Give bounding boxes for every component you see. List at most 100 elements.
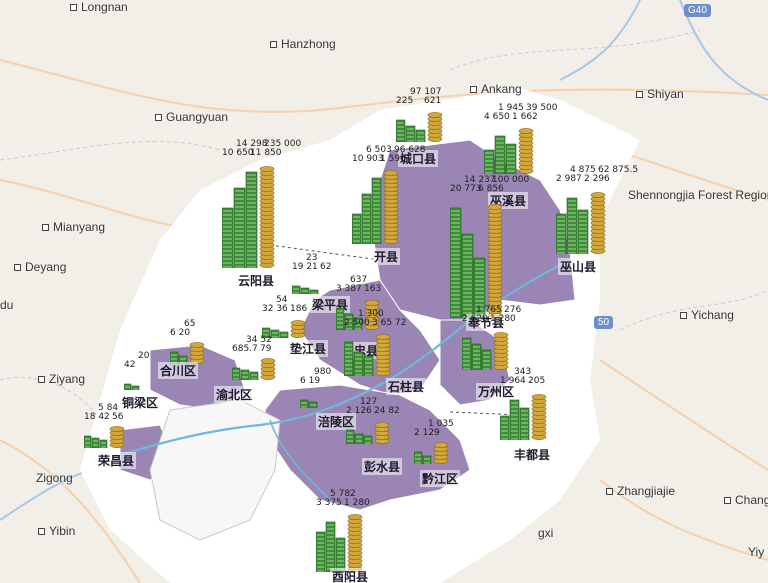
county-chart-svg-wushan: [556, 192, 606, 254]
county-value-liangping-0: 19 21: [292, 262, 318, 272]
city-label-shiyan: Shiyan: [636, 87, 684, 101]
county-chart-fuling: 6 19 980: [300, 367, 331, 408]
county-chart-bar-changshou-0: [232, 367, 241, 380]
county-chart-rongchang: 18 42 5 84 56: [84, 403, 126, 448]
city-label-guangyuan: Guangyuan: [155, 110, 228, 124]
county-label-pengshui: 彭水县: [362, 458, 403, 475]
county-value-wushan-3: 62 875.5: [598, 165, 639, 175]
county-chart-bar-changshou-1: [240, 369, 250, 380]
county-chart-bar-wushan-0: [556, 213, 567, 254]
city-label-shennongjia: Shennongjia Forest Region: [628, 188, 768, 202]
county-label-changshou: 渝北区: [214, 386, 255, 403]
county-value-wushan-0: 2 987: [556, 174, 582, 184]
county-chart-shizhu: 2 500 1 300 3 65 72: [344, 309, 406, 376]
county-chart-svg-kaixian: [352, 170, 399, 244]
county-label-hechuan: 合川区: [158, 362, 199, 379]
highway-shield-g40: G40: [684, 4, 711, 17]
county-value-zhongxian-2: 163: [364, 284, 382, 294]
county-value-hechuan-0: 6 20: [170, 328, 191, 338]
county-value-youyang-2: 1 280: [344, 498, 370, 508]
county-value-tongnan-1: 20: [138, 351, 150, 361]
county-value-tongnan-0: 42: [124, 360, 136, 370]
county-label-tongnan: 铜梁区: [120, 394, 161, 411]
county-value-wanzhou-2: 1 280: [490, 314, 516, 324]
coin-stack-yunyang: [259, 166, 275, 172]
coin-stack-fengdu: [531, 394, 547, 400]
county-chart-svg-shizhu: [344, 334, 391, 376]
county-value-kaixian-2: 1 596: [380, 154, 406, 164]
county-chart-yunyang: 10 650 14 298 11 850 235 000: [222, 139, 301, 268]
county-value-liangping-1: 23: [306, 253, 318, 263]
county-value-wuxi-3: 39 500: [526, 103, 558, 113]
county-chart-bar-shizhu-1: [353, 351, 364, 376]
city-label-yibin: Yibin: [38, 524, 75, 538]
county-value-shizhu-2: 3 65 72: [372, 318, 407, 328]
county-chart-svg-pengshui: [346, 422, 390, 444]
coin-stack-changshou: [260, 358, 276, 364]
county-chart-bar-shizhu-0: [344, 341, 354, 376]
county-chart-svg-fuling: [300, 399, 318, 408]
county-label-shizhu: 石柱县: [386, 378, 427, 395]
county-chart-wanzhou: 2 620 1 765 1 280 276: [462, 305, 521, 370]
county-value-wuxi-2: 1 662: [512, 112, 538, 122]
county-chart-bar-yunyang-2: [245, 171, 258, 268]
county-value-yunyang-0: 10 650: [222, 148, 254, 158]
city-label-changde: Changde: [724, 493, 768, 507]
county-value-chengkou-0: 225: [396, 96, 414, 106]
coin-stack-rongchang: [109, 426, 125, 432]
county-chart-bar-pengshui-1: [354, 433, 364, 444]
county-chart-changshou: 685.7 34 52 79: [232, 335, 277, 380]
county-chart-svg-changshou: [232, 358, 276, 380]
county-label-kaixian: 开县: [372, 248, 401, 265]
county-label-youyang: 酉阳县: [330, 568, 371, 583]
city-label-yichang: Yichang: [680, 308, 734, 322]
county-chart-bar-youyang-0: [316, 531, 326, 572]
county-value-kaixian-0: 10 903: [352, 154, 384, 164]
county-value-wanzhou-3: 276: [504, 305, 522, 315]
county-value-dianjiang-2: 186: [290, 304, 308, 314]
county-value-pengshui-2: 24 82: [374, 406, 400, 416]
county-value-pengshui-0: 2 126: [346, 406, 372, 416]
coin-stack-fengjie: [487, 204, 503, 210]
coin-stack-pengshui: [374, 422, 390, 428]
county-label-dianjiang: 垫江县: [288, 340, 329, 357]
county-label-qianjiang: 黔江区: [420, 470, 461, 487]
city-label-ankang: Ankang: [470, 82, 522, 96]
county-value-rongchang-2: 56: [112, 412, 124, 422]
county-chart-bar-wuxi-0: [484, 149, 495, 174]
map-canvas[interactable]: Longnan Hanzhong Ankang Shiyan Guangyuan…: [0, 0, 768, 583]
county-chart-bar-fengdu-1: [509, 399, 520, 440]
city-label-zigong: Zigong: [36, 471, 73, 485]
city-label-du: du: [0, 298, 14, 312]
county-chart-bar-wushan-1: [566, 197, 578, 254]
county-chart-svg-chengkou: [396, 112, 443, 142]
coin-stack-kaixian: [383, 170, 399, 176]
county-chart-fengdu: 1 964 343 205: [500, 367, 548, 440]
county-chart-bar-wanzhou-1: [471, 343, 482, 370]
city-label-zhangjiajie: Zhangjiajie: [606, 484, 675, 498]
coin-stack-hechuan: [189, 342, 205, 348]
county-chart-svg-tongnan: [124, 383, 140, 390]
county-chart-bar-chengkou-1: [405, 125, 416, 142]
county-chart-svg-fengdu: [500, 394, 547, 440]
county-value-dianjiang-1: 54: [276, 295, 288, 305]
county-chart-bar-rongchang-0: [84, 435, 92, 448]
coin-stack-wuxi: [518, 128, 534, 134]
county-value-qianjiang-1: 1 035: [428, 419, 454, 429]
city-label-hanzhong: Hanzhong: [270, 37, 336, 51]
county-chart-bar-yunyang-1: [233, 187, 246, 268]
county-value-liangping-2: 62: [320, 262, 332, 272]
county-value-kaixian-3: 96 628: [394, 145, 426, 155]
county-value-changshou-0: 685.7: [232, 344, 258, 354]
county-value-chengkou-2: 621: [424, 96, 442, 106]
city-label-gxi: gxi: [538, 526, 554, 540]
coin-stack-qianjiang: [433, 442, 449, 448]
coin-stack-wushan: [590, 192, 606, 198]
county-value-wuxi-0: 4 650: [484, 112, 510, 122]
city-label-longnan: Longnan: [70, 0, 128, 14]
county-label-wushan: 巫山县: [558, 258, 599, 275]
county-chart-bar-rongchang-1: [91, 437, 100, 448]
city-label-deyang: Deyang: [14, 260, 66, 274]
county-chart-svg-youyang: [316, 514, 363, 572]
coin-stack-wanzhou: [493, 332, 509, 338]
